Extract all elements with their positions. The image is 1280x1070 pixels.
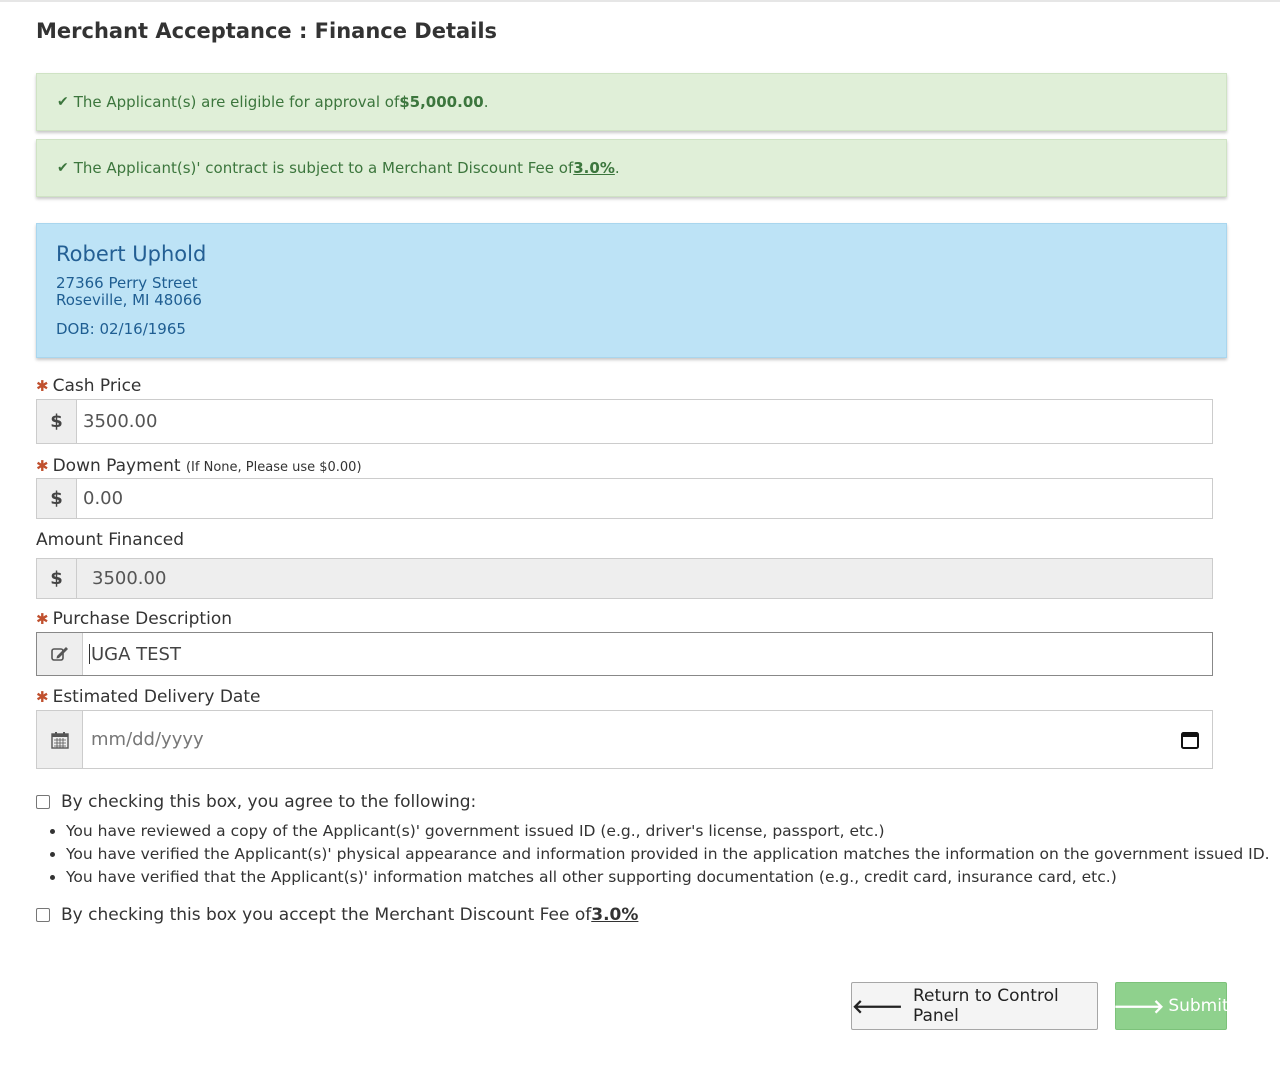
edit-icon <box>50 647 68 661</box>
approval-suffix: . <box>483 93 489 111</box>
down-payment-input[interactable]: $ 0.00 <box>36 478 1213 519</box>
dollar-addon: $ <box>37 479 77 518</box>
list-item: You have reviewed a copy of the Applican… <box>66 820 1270 843</box>
edit-addon <box>37 633 83 675</box>
agree-terms-row: By checking this box, you agree to the f… <box>36 792 476 812</box>
list-item: You have verified that the Applicant(s)'… <box>66 866 1270 889</box>
page-title: Merchant Acceptance : Finance Details <box>36 19 498 43</box>
text-cursor <box>89 644 90 664</box>
return-button-label: Return to Control Panel <box>912 986 1059 1026</box>
arrow-left-icon: 🡐 <box>852 995 903 1018</box>
required-icon: ✱ <box>36 377 49 395</box>
top-divider <box>0 0 1280 2</box>
down-payment-value[interactable]: 0.00 <box>77 479 1212 518</box>
approval-text: The Applicant(s) are eligible for approv… <box>73 93 400 111</box>
applicant-city: Roseville, MI 48066 <box>56 291 202 309</box>
down-payment-label-text: Down Payment <box>52 456 181 476</box>
applicant-card: Robert Uphold 27366 Perry Street Rosevil… <box>36 223 1227 358</box>
check-icon: ✔ <box>57 94 69 110</box>
date-picker-button[interactable] <box>1168 711 1212 768</box>
required-icon: ✱ <box>36 688 49 706</box>
arrow-right-icon: 🡒 <box>1113 995 1165 1018</box>
delivery-date-value[interactable]: mm/dd/yyyy <box>83 711 1168 768</box>
purchase-description-text: UGA TEST <box>91 643 181 665</box>
fee-alert: ✔ The Applicant(s)' contract is subject … <box>36 139 1227 197</box>
cash-price-label: ✱ Cash Price <box>36 376 141 396</box>
applicant-address: 27366 Perry Street Roseville, MI 48066 <box>56 275 1226 309</box>
approval-alert: ✔ The Applicant(s) are eligible for appr… <box>36 73 1227 131</box>
down-payment-hint: (If None, Please use $0.00) <box>185 460 362 475</box>
down-payment-label: ✱ Down Payment (If None, Please use $0.00… <box>36 456 362 476</box>
dollar-addon: $ <box>37 400 77 443</box>
delivery-date-placeholder: mm/dd/yyyy <box>91 729 204 750</box>
agree-terms-checkbox[interactable] <box>36 795 50 809</box>
required-icon: ✱ <box>36 610 49 628</box>
applicant-street: 27366 Perry Street <box>56 274 198 292</box>
purchase-description-value[interactable]: UGA TEST <box>83 633 1212 675</box>
calendar-addon <box>37 711 83 768</box>
accept-fee-checkbox[interactable] <box>36 908 50 922</box>
cash-price-value[interactable]: 3500.00 <box>77 400 1212 443</box>
accept-fee-label: By checking this box you accept the Merc… <box>61 905 592 925</box>
delivery-date-label: ✱ Estimated Delivery Date <box>36 687 260 707</box>
fee-suffix: . <box>614 159 620 177</box>
purchase-description-label: ✱ Purchase Description <box>36 609 232 629</box>
fee-rate: 3.0% <box>573 159 615 177</box>
delivery-date-label-text: Estimated Delivery Date <box>52 687 261 707</box>
purchase-description-input[interactable]: UGA TEST <box>36 632 1213 676</box>
amount-financed-label: Amount Financed <box>36 530 185 550</box>
amount-financed-input: $ 3500.00 <box>36 558 1213 599</box>
return-to-control-panel-button[interactable]: 🡐 Return to Control Panel <box>851 982 1098 1030</box>
accept-fee-row: By checking this box you accept the Merc… <box>36 905 638 925</box>
list-item: You have verified the Applicant(s)' phys… <box>66 843 1270 866</box>
agree-terms-label: By checking this box, you agree to the f… <box>61 792 477 812</box>
approval-amount: $5,000.00 <box>399 93 484 111</box>
fee-text: The Applicant(s)' contract is subject to… <box>73 159 574 177</box>
delivery-date-input[interactable]: mm/dd/yyyy <box>36 710 1213 769</box>
cash-price-input[interactable]: $ 3500.00 <box>36 399 1213 444</box>
applicant-name: Robert Uphold <box>56 242 207 266</box>
purchase-description-label-text: Purchase Description <box>52 609 232 629</box>
cash-price-label-text: Cash Price <box>52 376 142 396</box>
submit-button-label: Submit <box>1168 996 1229 1016</box>
calendar-icon <box>50 731 69 749</box>
submit-button[interactable]: 🡒 Submit <box>1113 982 1229 1030</box>
amount-financed-value: 3500.00 <box>92 568 167 589</box>
dollar-addon: $ <box>37 559 77 598</box>
required-icon: ✱ <box>36 457 49 475</box>
check-icon: ✔ <box>57 160 69 176</box>
calendar-picker-icon <box>1181 731 1199 749</box>
accept-fee-rate: 3.0% <box>591 905 639 925</box>
applicant-dob: DOB: 02/16/1965 <box>56 320 186 338</box>
terms-list: You have reviewed a copy of the Applican… <box>30 820 1270 889</box>
